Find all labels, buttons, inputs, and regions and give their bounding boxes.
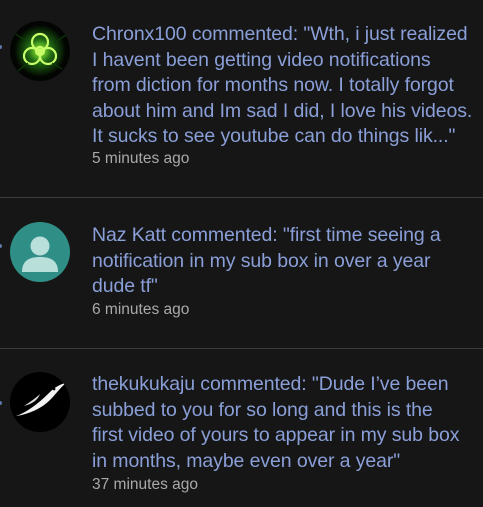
comment-line: Chronx100 commented: "Wth, i just realiz… <box>92 23 468 45</box>
notification-item[interactable]: Chronx100 commented: "Wth, i just realiz… <box>0 0 483 197</box>
comment-line: subbed to you for so long and this is th… <box>92 398 433 421</box>
timestamp: 6 minutes ago <box>92 301 190 318</box>
timestamp: 5 minutes ago <box>92 150 190 167</box>
default-user-avatar-icon[interactable] <box>10 222 70 282</box>
comment-line: from diction for months now. I totally f… <box>92 74 454 96</box>
unread-dot <box>0 244 2 248</box>
comment-text: Chronx100 commented: "Wth, i just realiz… <box>92 22 480 150</box>
comment-line: thekukukaju commented: "Dude I’ve been <box>92 373 449 395</box>
comment-line: first video of yours to appear in my sub… <box>92 424 460 446</box>
comment-line: I havent been getting video notification… <box>92 48 431 71</box>
notification-item[interactable]: Naz Katt commented: "first time seeing a… <box>0 198 483 348</box>
comment-line: It sucks to see youtube can do things li… <box>92 125 456 147</box>
green-biohazard-avatar-icon[interactable] <box>10 21 70 81</box>
notification-item[interactable]: thekukukaju commented: "Dude I’ve been s… <box>0 349 483 507</box>
comment-line: dude tf" <box>92 275 158 297</box>
comment-line: about him and Im sad I did, I love his v… <box>92 99 473 122</box>
comment-text: Naz Katt commented: "first time seeing a… <box>92 223 480 300</box>
comment-line: notification in my sub box in over a yea… <box>92 249 431 272</box>
timestamp: 37 minutes ago <box>92 476 198 493</box>
unread-dot <box>0 45 2 49</box>
unread-dot <box>0 401 2 405</box>
comment-text: thekukukaju commented: "Dude I’ve been s… <box>92 372 480 474</box>
notification-list: Chronx100 commented: "Wth, i just realiz… <box>0 0 483 507</box>
comment-line: Naz Katt commented: "first time seeing a <box>92 224 441 246</box>
comment-line: in months, maybe even over a year" <box>92 449 401 472</box>
bird-avatar-icon[interactable] <box>10 372 70 432</box>
